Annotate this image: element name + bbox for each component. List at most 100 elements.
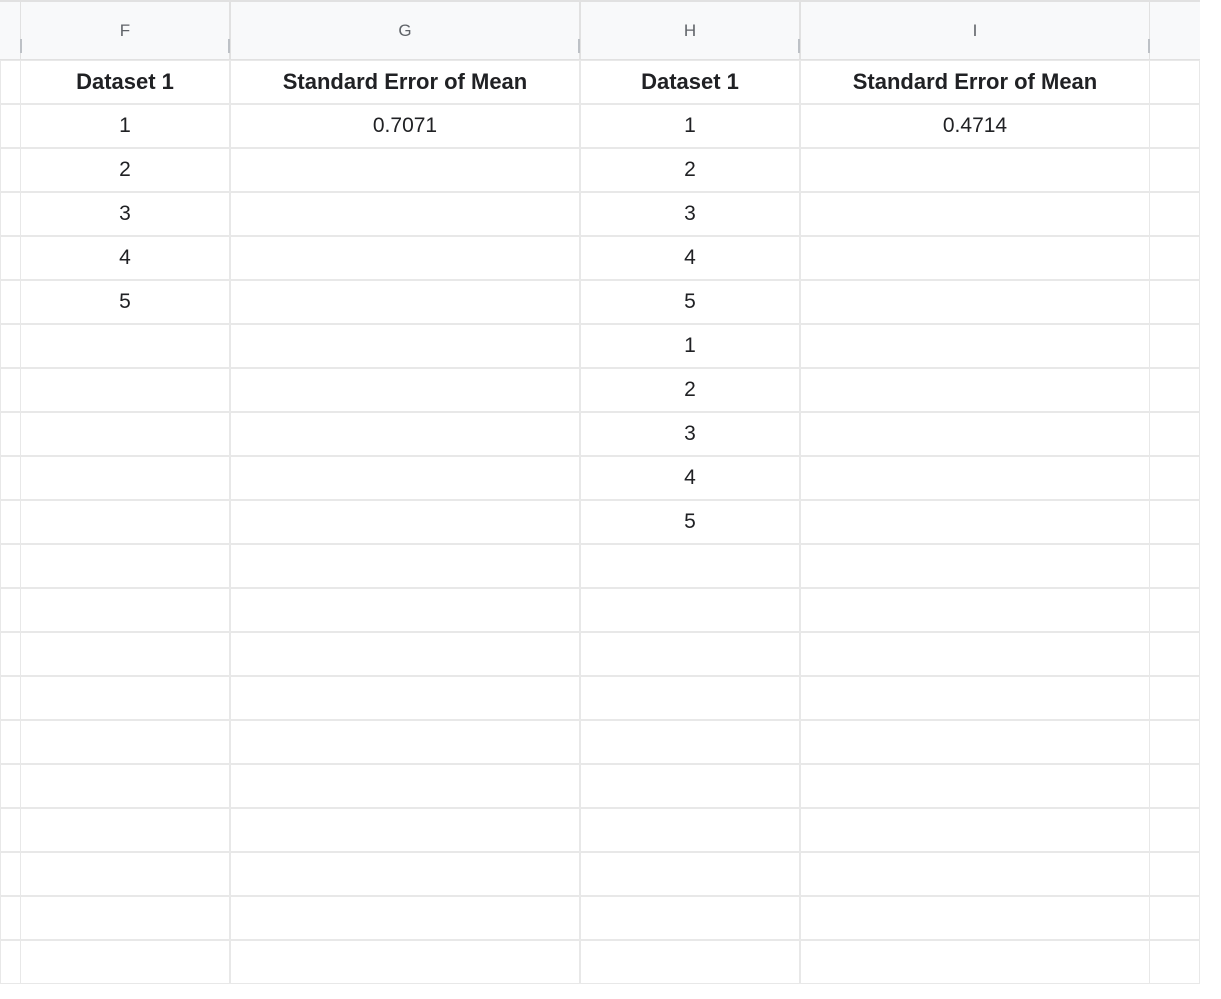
cell-G-4[interactable] [230,192,580,236]
cell-H-18[interactable] [580,808,800,852]
cell-H-16[interactable] [580,720,800,764]
cell-I-20[interactable] [800,896,1150,940]
cell-F-17[interactable] [20,764,230,808]
cell-F-3[interactable]: 2 [20,148,230,192]
cell-H-20[interactable] [580,896,800,940]
cell-G-12[interactable] [230,544,580,588]
cell-F-11[interactable] [20,500,230,544]
cell-H-2[interactable]: 1 [580,104,800,148]
cell-G-13[interactable] [230,588,580,632]
cell-H-12[interactable] [580,544,800,588]
table-header-G[interactable]: Standard Error of Mean [230,60,580,104]
row-gutter [0,544,20,588]
cell-F-9[interactable] [20,412,230,456]
table-header-F[interactable]: Dataset 1 [20,60,230,104]
cell-G-21[interactable] [230,940,580,984]
cell-G-9[interactable] [230,412,580,456]
cell-G-11[interactable] [230,500,580,544]
cell-I-4[interactable] [800,192,1150,236]
cell-H-6[interactable]: 5 [580,280,800,324]
cell-F-7[interactable] [20,324,230,368]
cell-F-5[interactable]: 4 [20,236,230,280]
cell-F-20[interactable] [20,896,230,940]
cell-H-5[interactable]: 4 [580,236,800,280]
cell-G-6[interactable] [230,280,580,324]
cell-H-10[interactable]: 4 [580,456,800,500]
cell-F-13[interactable] [20,588,230,632]
cell-F-21[interactable] [20,940,230,984]
column-header-G[interactable]: G [230,0,580,60]
cell-H-9[interactable]: 3 [580,412,800,456]
cell-I-11[interactable] [800,500,1150,544]
cell-I-21[interactable] [800,940,1150,984]
row-gutter [1150,412,1200,456]
row-gutter [1150,236,1200,280]
cell-F-12[interactable] [20,544,230,588]
cell-I-14[interactable] [800,632,1150,676]
cell-F-14[interactable] [20,632,230,676]
row-gutter [1150,940,1200,984]
cell-F-4[interactable]: 3 [20,192,230,236]
cell-G-7[interactable] [230,324,580,368]
row-gutter [1150,60,1200,104]
cell-G-18[interactable] [230,808,580,852]
cell-H-8[interactable]: 2 [580,368,800,412]
cell-H-11[interactable]: 5 [580,500,800,544]
cell-F-2[interactable]: 1 [20,104,230,148]
table-header-H[interactable]: Dataset 1 [580,60,800,104]
cell-G-16[interactable] [230,720,580,764]
cell-H-21[interactable] [580,940,800,984]
cell-F-15[interactable] [20,676,230,720]
cell-H-4[interactable]: 3 [580,192,800,236]
cell-I-13[interactable] [800,588,1150,632]
cell-I-6[interactable] [800,280,1150,324]
cell-H-14[interactable] [580,632,800,676]
cell-I-10[interactable] [800,456,1150,500]
cell-G-2[interactable]: 0.7071 [230,104,580,148]
cell-I-8[interactable] [800,368,1150,412]
column-header-H[interactable]: H [580,0,800,60]
cell-I-2[interactable]: 0.4714 [800,104,1150,148]
table-header-I[interactable]: Standard Error of Mean [800,60,1150,104]
row-gutter [0,324,20,368]
cell-G-8[interactable] [230,368,580,412]
cell-H-15[interactable] [580,676,800,720]
cell-I-19[interactable] [800,852,1150,896]
cell-I-9[interactable] [800,412,1150,456]
cell-H-19[interactable] [580,852,800,896]
spreadsheet-grid[interactable]: FGHIDataset 1Standard Error of MeanDatas… [0,0,1221,984]
row-gutter [1150,148,1200,192]
cell-I-3[interactable] [800,148,1150,192]
cell-I-7[interactable] [800,324,1150,368]
cell-G-10[interactable] [230,456,580,500]
row-gutter [0,896,20,940]
cell-H-13[interactable] [580,588,800,632]
cell-F-16[interactable] [20,720,230,764]
cell-F-6[interactable]: 5 [20,280,230,324]
cell-I-15[interactable] [800,676,1150,720]
row-gutter [0,280,20,324]
cell-G-20[interactable] [230,896,580,940]
cell-G-19[interactable] [230,852,580,896]
row-gutter [0,808,20,852]
cell-H-3[interactable]: 2 [580,148,800,192]
cell-I-17[interactable] [800,764,1150,808]
column-header-I[interactable]: I [800,0,1150,60]
cell-I-18[interactable] [800,808,1150,852]
cell-F-8[interactable] [20,368,230,412]
cell-G-3[interactable] [230,148,580,192]
cell-F-18[interactable] [20,808,230,852]
cell-G-5[interactable] [230,236,580,280]
cell-I-12[interactable] [800,544,1150,588]
cell-G-14[interactable] [230,632,580,676]
cell-I-16[interactable] [800,720,1150,764]
cell-H-7[interactable]: 1 [580,324,800,368]
cell-I-5[interactable] [800,236,1150,280]
cell-F-10[interactable] [20,456,230,500]
cell-H-17[interactable] [580,764,800,808]
column-header-stub [0,0,20,60]
cell-F-19[interactable] [20,852,230,896]
cell-G-15[interactable] [230,676,580,720]
cell-G-17[interactable] [230,764,580,808]
column-header-F[interactable]: F [20,0,230,60]
